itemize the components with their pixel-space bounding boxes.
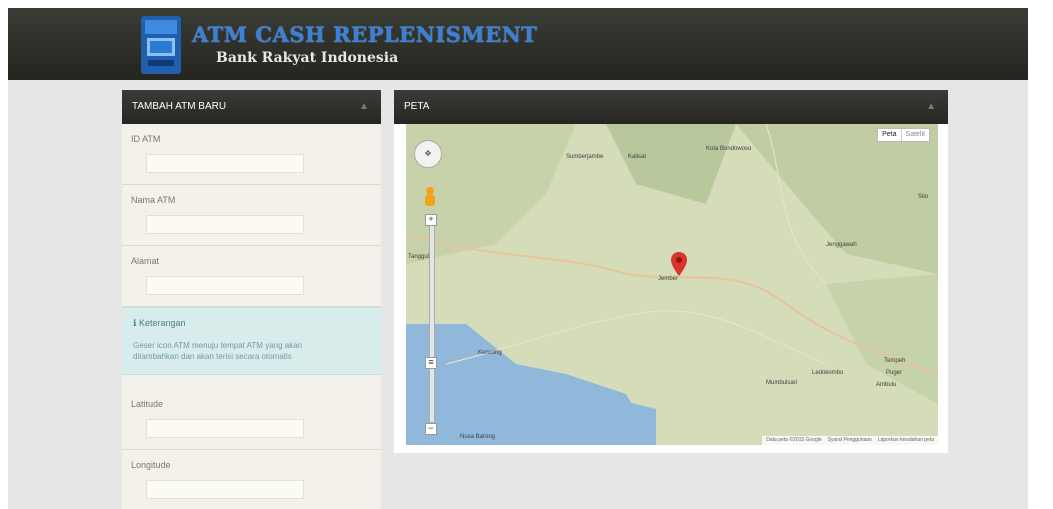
atm-name-input[interactable] xyxy=(146,215,304,234)
map-panel-header: PETA ▲ xyxy=(394,90,948,124)
info-text: Geser icon ATM menuju tempat ATM yang ak… xyxy=(133,341,303,361)
atm-logo-icon xyxy=(141,16,181,74)
pan-control-icon[interactable]: ✥ xyxy=(414,140,442,168)
zoom-slider[interactable] xyxy=(429,216,435,423)
app-title: ATM CASH REPLENISMENT xyxy=(192,22,538,47)
map-type-satelit[interactable]: Satelit xyxy=(900,129,929,141)
atm-id-input[interactable] xyxy=(146,154,304,173)
map-collapse-icon[interactable]: ▲ xyxy=(926,90,936,124)
map-type-control: Peta Satelit xyxy=(877,128,930,142)
longitude-field-group: Longitude xyxy=(122,450,381,509)
info-icon: ℹ xyxy=(133,318,137,328)
map-panel-title: PETA xyxy=(404,101,430,112)
map-type-peta[interactable]: Peta xyxy=(878,129,900,141)
collapse-icon[interactable]: ▲ xyxy=(359,90,369,124)
map-footer: Data peta ©2015 Google Syarat Penggunaan… xyxy=(762,436,938,445)
latitude-field-group: Latitude xyxy=(122,389,381,450)
atm-name-label: Nama ATM xyxy=(131,195,176,205)
map-terrain xyxy=(406,124,938,445)
place-label: Puger xyxy=(886,370,903,376)
map-marker-icon[interactable] xyxy=(671,252,687,276)
place-label: Kalisat xyxy=(628,154,647,160)
info-title-text: Keterangan xyxy=(138,318,186,328)
place-label: Sumberjambe xyxy=(566,154,604,160)
map-canvas[interactable]: Peta Satelit ✥ + ≡ − Kota Bondowoso Jemb… xyxy=(406,124,938,445)
place-label: Tanggul xyxy=(408,254,430,260)
place-label: Ledokombo xyxy=(812,370,844,376)
terms-link[interactable]: Syarat Penggunaan xyxy=(828,436,872,445)
longitude-input[interactable] xyxy=(146,480,304,499)
zoom-in-icon[interactable]: + xyxy=(425,214,437,226)
place-label: Jenggawah xyxy=(826,242,857,248)
atm-name-field-group: Nama ATM xyxy=(122,185,381,246)
map-panel: PETA ▲ Peta Satelit ✥ + ≡ − Kota Bondowo… xyxy=(394,90,948,453)
map-data-credit: Data peta ©2015 Google xyxy=(766,437,822,443)
latitude-input[interactable] xyxy=(146,419,304,438)
place-label: Tempeh xyxy=(884,358,906,364)
top-header: ATM CASH REPLENISMENT Bank Rakyat Indone… xyxy=(8,8,1028,80)
pegman-icon[interactable] xyxy=(422,186,438,210)
place-label: Kencong xyxy=(478,350,502,356)
add-atm-panel: TAMBAH ATM BARU ▲ ID ATM Nama ATM Alamat… xyxy=(122,90,381,509)
address-field-group: Alamat xyxy=(122,246,381,307)
longitude-label: Longitude xyxy=(131,460,171,470)
place-label: Ambulu xyxy=(876,382,897,388)
place-label: Kota Bondowoso xyxy=(706,146,752,152)
report-error-link[interactable]: Laporkan kesalahan peta xyxy=(878,436,934,445)
latitude-label: Latitude xyxy=(131,399,164,409)
place-label: Jember xyxy=(658,276,679,282)
info-box: ℹ Keterangan Geser icon ATM menuju tempa… xyxy=(122,307,381,375)
address-label: Alamat xyxy=(131,256,160,266)
panel-title: TAMBAH ATM BARU xyxy=(132,101,227,112)
page: ATM CASH REPLENISMENT Bank Rakyat Indone… xyxy=(8,8,1028,509)
zoom-handle-icon[interactable]: ≡ xyxy=(425,357,437,369)
place-label: Mumbulsari xyxy=(766,380,798,386)
atm-id-field-group: ID ATM xyxy=(122,124,381,185)
address-input[interactable] xyxy=(146,276,304,295)
place-label: Nusa Barong xyxy=(460,434,496,440)
place-label: Silo xyxy=(918,194,929,200)
zoom-out-icon[interactable]: − xyxy=(425,423,437,435)
panel-header: TAMBAH ATM BARU ▲ xyxy=(122,90,381,124)
atm-id-label: ID ATM xyxy=(131,134,161,144)
app-subtitle: Bank Rakyat Indonesia xyxy=(216,50,399,66)
info-title: ℹ Keterangan xyxy=(133,318,185,329)
